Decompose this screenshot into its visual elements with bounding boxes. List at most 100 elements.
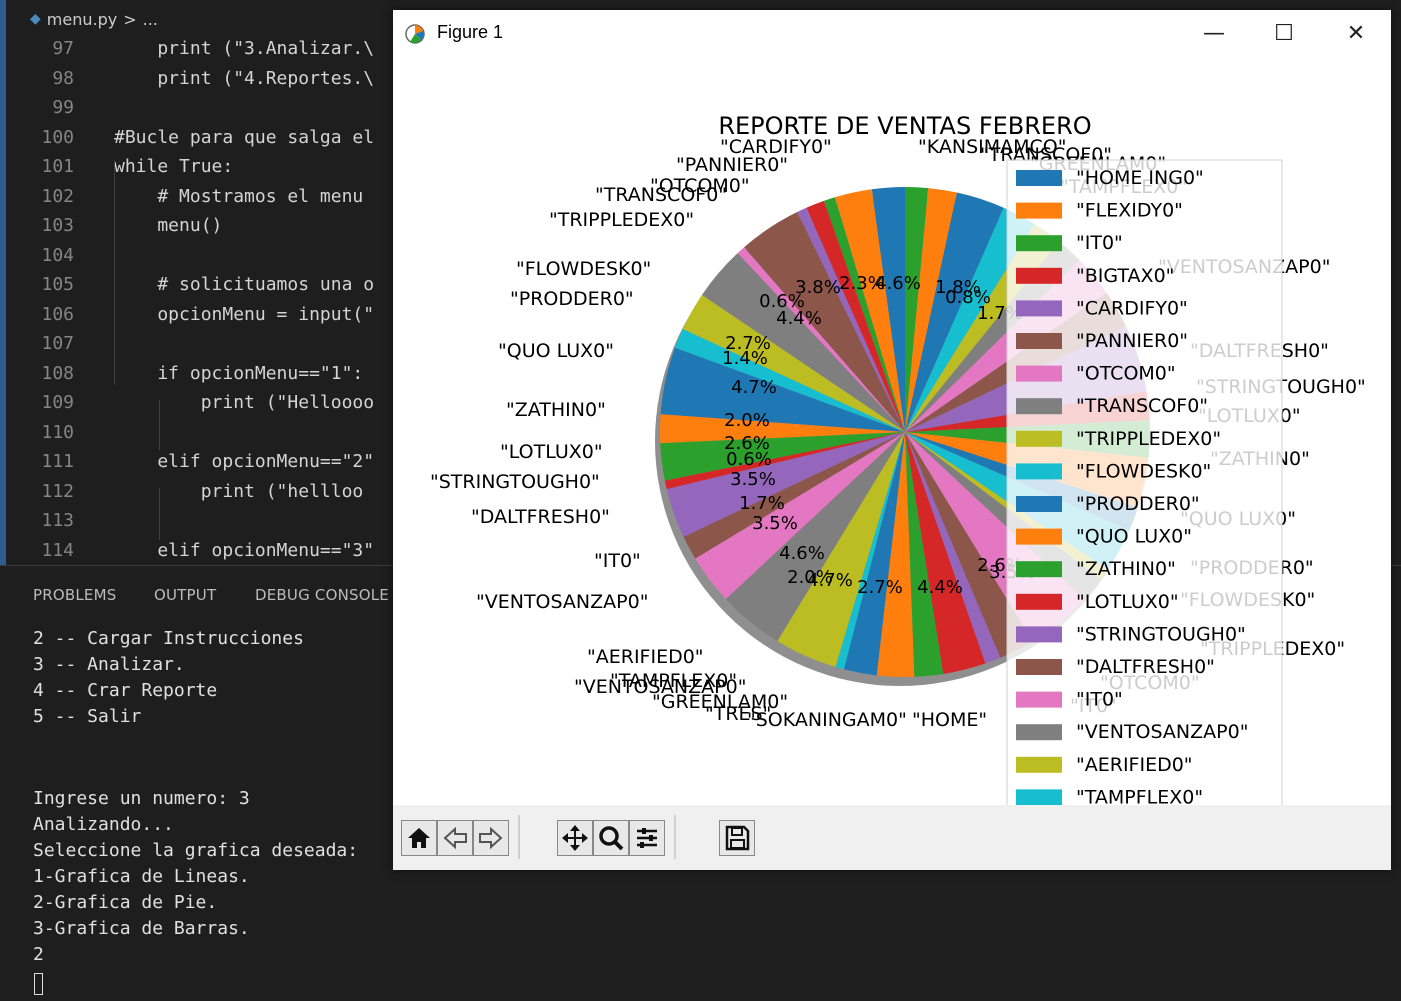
legend-swatch (1016, 365, 1062, 382)
code-line[interactable]: 103 menu() (6, 211, 406, 240)
terminal-line: 5 -- Salir (33, 706, 142, 727)
indent-guide (114, 160, 115, 385)
legend-swatch (1016, 789, 1062, 805)
legend-swatch (1016, 333, 1062, 349)
terminal-line: Seleccione la grafica deseada: (33, 840, 359, 861)
legend-swatch (1016, 496, 1062, 512)
slice-label: "VENTOSANZAP0" (476, 591, 648, 613)
back-button[interactable] (437, 820, 473, 856)
legend-entry: "AERIFIED0" (1076, 754, 1193, 776)
line-number: 105 (41, 274, 74, 295)
pct-label: 4.7% (807, 570, 853, 591)
legend-swatch (1016, 561, 1062, 578)
line-number: 102 (41, 185, 74, 207)
legend-swatch (1016, 300, 1062, 317)
line-number: 113 (41, 510, 74, 531)
legend-swatch (1016, 626, 1062, 643)
legend-swatch (1016, 659, 1062, 675)
tab-problems[interactable]: PROBLEMS (33, 586, 116, 604)
configure-button[interactable] (629, 820, 665, 856)
legend-swatch (1016, 463, 1062, 480)
code-text[interactable]: if opcionMenu=="1": (114, 359, 363, 388)
legend-swatch (1016, 528, 1062, 545)
code-text[interactable]: # solicituamos una o (114, 270, 374, 299)
code-line[interactable]: 106 opcionMenu = input(" (6, 300, 406, 329)
code-line[interactable]: 104 (6, 241, 406, 270)
home-icon (408, 828, 430, 848)
slice-label: "IT0" (594, 550, 641, 572)
toolbar-separator-2 (674, 815, 676, 859)
code-line[interactable]: 99 (6, 93, 406, 122)
breadcrumb-file[interactable]: menu.py (47, 10, 117, 29)
code-line[interactable]: 114 elif opcionMenu=="3" (6, 536, 406, 565)
forward-button[interactable] (473, 820, 509, 856)
slice-label: "QUO LUX0" (498, 340, 614, 362)
code-text[interactable]: print ("4.Reportes.\ (114, 64, 374, 93)
legend-entry: "TRANSCOF0" (1076, 395, 1208, 417)
terminal-line: 2-Grafica de Pie. (33, 892, 218, 913)
breadcrumb[interactable]: ◆ menu.py > ... (30, 6, 158, 32)
line-number: 108 (41, 362, 74, 384)
line-number: 111 (41, 451, 74, 472)
code-line[interactable]: 111 elif opcionMenu=="2" (6, 447, 406, 476)
figure-toolbar[interactable] (393, 805, 1391, 870)
legend-swatch (1016, 267, 1062, 284)
pct-label: 4.6% (779, 543, 825, 564)
code-text[interactable]: opcionMenu = input(" (114, 300, 374, 329)
tab-output[interactable]: OUTPUT (154, 586, 216, 604)
code-line[interactable]: 110 (6, 418, 406, 447)
code-line[interactable]: 108 if opcionMenu=="1": (6, 359, 406, 388)
toolbar-separator (518, 815, 520, 859)
line-number: 110 (41, 421, 74, 443)
code-line[interactable]: 112 print ("hellloo (6, 477, 406, 506)
breadcrumb-rest[interactable]: ... (143, 10, 158, 29)
code-text[interactable]: menu() (114, 211, 222, 240)
code-text[interactable]: elif opcionMenu=="3" (114, 536, 374, 565)
code-line[interactable]: 100 #Bucle para que salga el (6, 123, 406, 152)
home-button[interactable] (401, 820, 437, 856)
legend-entry: "FLEXIDY0" (1076, 200, 1183, 222)
pan-button[interactable] (557, 820, 593, 856)
figure-window[interactable]: Figure 1 — ☐ ✕ REPORTE DE VENTAS FEBRERO… (393, 10, 1391, 870)
code-line[interactable]: 109 print ("Helloooo (6, 388, 406, 417)
code-line[interactable]: 98 print ("4.Reportes.\ (6, 64, 406, 93)
code-text[interactable]: #Bucle para que salga el (114, 123, 374, 152)
code-line[interactable]: 101 while True: (6, 152, 406, 181)
code-text[interactable]: # Mostramos el menu (114, 182, 363, 211)
legend-entry: "OTCOM0" (1076, 363, 1176, 385)
zoom-button[interactable] (593, 820, 629, 856)
code-text[interactable]: elif opcionMenu=="2" (114, 447, 374, 476)
slice-label: "TAMPFLEX0" (610, 670, 737, 692)
pie-chart[interactable]: REPORTE DE VENTAS FEBRERO2.7%1.4%4.7%2.0… (393, 10, 1391, 805)
code-line[interactable]: 105 # solicituamos una o (6, 270, 406, 299)
line-number: 106 (41, 303, 74, 325)
code-line[interactable]: 113 (6, 506, 406, 535)
save-button[interactable] (719, 820, 755, 856)
slice-label: "FLOWDESK0" (516, 258, 651, 280)
pct-label: 1.4% (722, 348, 768, 369)
pct-label: 4.6% (875, 273, 921, 294)
terminal-line: 4 -- Crar Reporte (33, 680, 218, 701)
line-number: 100 (41, 126, 74, 148)
line-number: 112 (41, 480, 74, 502)
code-text[interactable]: while True: (114, 152, 233, 181)
code-text[interactable]: print ("hellloo (114, 477, 364, 506)
terminal-line: 3 -- Analizar. (33, 654, 185, 675)
configure-icon (637, 828, 657, 848)
legend-entry: "FLOWDESK0" (1076, 460, 1211, 482)
breadcrumb-separator: > (123, 9, 137, 29)
pct-label: 3.8% (795, 277, 841, 298)
line-number: 97 (52, 38, 74, 59)
legend-entry: "IT0" (1076, 232, 1123, 254)
code-line[interactable]: 107 (6, 329, 406, 358)
code-line[interactable]: 102 # Mostramos el menu (6, 182, 406, 211)
tab-debug-console[interactable]: DEBUG CONSOLE (255, 586, 389, 604)
forward-icon (479, 826, 503, 850)
legend-entry: "PANNIER0" (1076, 330, 1188, 352)
code-text[interactable]: print ("3.Analizar.\ (114, 34, 374, 63)
back-icon (443, 826, 467, 850)
code-line[interactable]: 97 print ("3.Analizar.\ (6, 34, 406, 63)
slice-label: "LOTLUX0" (500, 441, 603, 463)
slice-label: "TRIPPLEDEX0" (549, 209, 694, 231)
code-text[interactable]: print ("Helloooo (114, 388, 374, 417)
